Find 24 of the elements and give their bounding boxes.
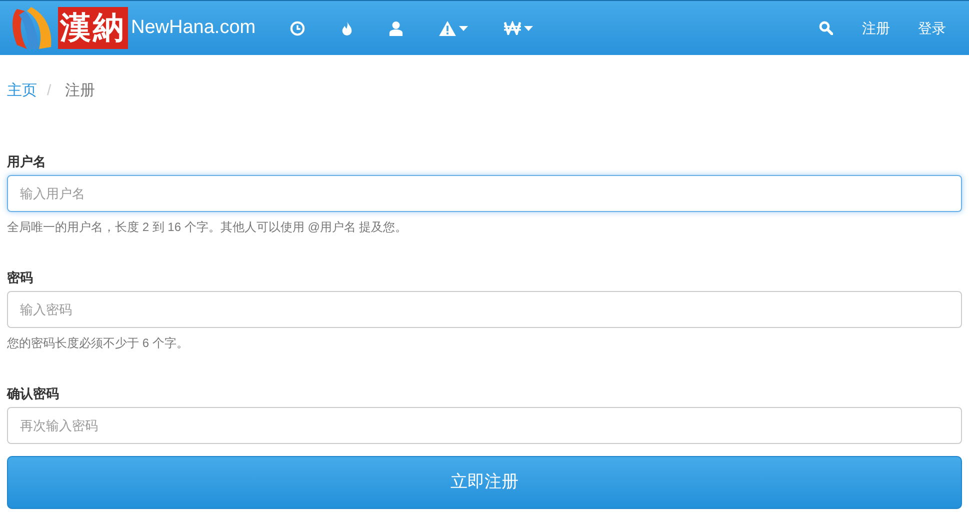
clock-icon [290,20,305,36]
help-text: 全局唯一的用户名，长度 2 到 16 个字。其他人可以使用 @用户名 提及您。 [7,218,408,236]
caret-icon [458,26,468,30]
input-field[interactable]: 再次输入密码 [7,406,962,444]
user-icon [388,20,403,36]
flame-icon [340,20,353,36]
logo-text: 漢納 [58,7,128,49]
nav-link[interactable]: 注册 [848,18,904,38]
brand-link[interactable]: NewHana.com [131,14,256,42]
submit-button[interactable]: 立即注册 [7,456,962,508]
caret-icon [524,26,533,30]
input-field[interactable]: 输入用户名 [7,174,962,212]
nav-link[interactable]: 登录 [904,18,960,38]
field-label: 用户名 [7,152,47,170]
won-icon [504,21,521,35]
breadcrumb-current: 注册 [65,81,96,101]
input-field[interactable]: 输入密码 [7,290,962,328]
field-label: 确认密码 [7,384,60,402]
warning-icon [438,20,456,36]
field-label: 密码 [7,268,34,286]
search-icon [819,21,833,35]
help-text: 您的密码长度必须不少于 6 个字。 [7,334,190,352]
breadcrumb-link[interactable]: 主页 [7,80,37,102]
breadcrumb-separator: / [47,81,52,101]
